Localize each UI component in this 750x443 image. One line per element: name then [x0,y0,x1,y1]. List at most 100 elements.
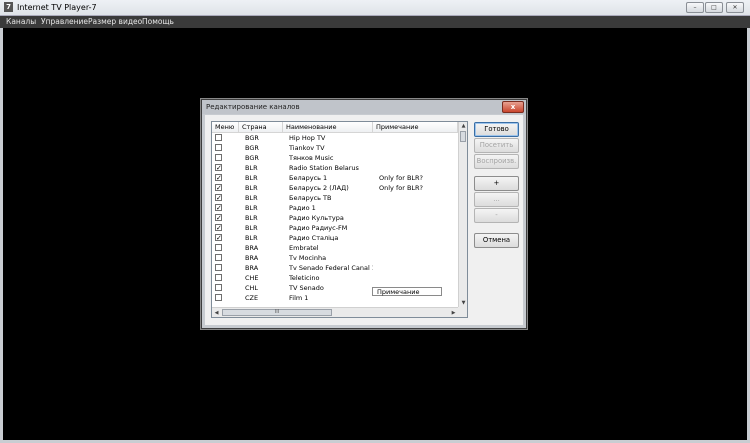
menu-checkbox[interactable]: ✓ [215,194,222,202]
table-row[interactable]: BRA Embratel [212,243,458,253]
menu-checkbox[interactable] [215,274,222,281]
vertical-scroll-thumb[interactable] [460,131,466,142]
menu-checkbox[interactable] [215,154,222,161]
note-cell [379,133,457,143]
channel-name-cell: Радио 1 [289,204,316,212]
done-button[interactable]: Готово [474,122,519,137]
scroll-down-icon[interactable]: ▼ [459,299,467,307]
menu-help[interactable]: Помощь [142,16,174,28]
menu-video-size[interactable]: Размер видео [88,16,142,28]
table-row[interactable]: BRA Tv Mocinha [212,253,458,263]
menu-channels[interactable]: Каналы [6,16,36,28]
channel-name-cell: Teleticino [289,274,320,282]
note-cell [379,243,457,253]
scroll-corner [458,307,467,317]
channel-name-cell: Беларусь 1 [289,174,328,182]
table-row[interactable]: CHE Teleticino [212,273,458,283]
vertical-scrollbar[interactable]: ▲ ▼ [458,122,467,307]
menu-checkbox[interactable] [215,134,222,141]
scroll-up-icon[interactable]: ▲ [459,122,467,130]
table-row[interactable]: ✓ BLR Радио Культура [212,213,458,223]
table-row[interactable]: ✓ BLR Радио Радиус-FM [212,223,458,233]
note-cell [379,153,457,163]
country-cell: CHE [245,274,259,282]
title-bar: 7 Internet TV Player-7 – □ ✕ [0,0,750,16]
menu-checkbox[interactable]: ✓ [215,174,222,182]
remove-channel-button[interactable]: - [474,208,519,223]
channel-name-cell: Radio Station Belarus [289,164,359,172]
menu-checkbox[interactable] [215,284,222,291]
menu-checkbox[interactable]: ✓ [215,204,222,212]
country-cell: BLR [245,184,258,192]
close-window-button[interactable]: ✕ [726,2,744,13]
channel-name-cell: Тянков Music [289,154,334,162]
edit-channel-button[interactable]: ... [474,192,519,207]
scroll-right-icon[interactable]: ▶ [449,309,458,317]
country-cell: BRA [245,254,259,262]
country-cell: BLR [245,174,258,182]
table-row[interactable]: BGR Tiankov TV [212,143,458,153]
channel-list[interactable]: Меню Страна Наименование Примечание BGR H… [211,121,468,318]
cancel-button[interactable]: Отмена [474,233,519,248]
menu-checkbox[interactable] [215,264,222,271]
menu-checkbox[interactable] [215,294,222,301]
menu-checkbox[interactable]: ✓ [215,234,222,242]
minimize-button[interactable]: – [686,2,704,13]
menu-checkbox[interactable]: ✓ [215,214,222,222]
dialog-title: Редактирование каналов [206,103,300,111]
dialog-body: Меню Страна Наименование Примечание BGR H… [205,115,523,325]
menu-checkbox[interactable] [215,244,222,251]
column-header-note[interactable]: Примечание [373,122,458,132]
menu-checkbox[interactable]: ✓ [215,224,222,232]
note-cell: Only for BLR? [379,174,424,182]
column-header-country[interactable]: Страна [239,122,283,132]
menu-checkbox[interactable] [215,144,222,151]
note-cell [379,263,457,273]
horizontal-scrollbar[interactable]: ◀ III ▶ [212,307,458,317]
channel-name-cell: Embratel [289,244,319,252]
visit-button[interactable]: Посетить [474,138,519,153]
note-cell [379,193,457,203]
country-cell: BLR [245,164,258,172]
note-cell: Only for BLR? [379,184,424,192]
app-icon: 7 [4,2,13,12]
horizontal-scroll-thumb[interactable]: III [222,309,332,316]
note-cell [379,233,457,243]
menu-control[interactable]: Управление [41,16,88,28]
column-header-menu[interactable]: Меню [212,122,239,132]
list-header: Меню Страна Наименование Примечание [212,122,458,133]
add-channel-button[interactable]: + [474,176,519,191]
table-row[interactable]: ✓ BLR Беларусь 1 Only for BLR? [212,173,458,183]
note-cell [379,143,457,153]
note-cell [379,213,457,223]
table-row[interactable]: ✓ BLR Radio Station Belarus [212,163,458,173]
channel-name-cell: Tv Mocinha [289,254,327,262]
table-row[interactable]: ✓ BLR Радио 1 [212,203,458,213]
scroll-left-icon[interactable]: ◀ [212,309,221,317]
column-header-name[interactable]: Наименование [283,122,373,132]
play-button[interactable]: Воспроизв. [474,154,519,169]
app-window: 7 Internet TV Player-7 – □ ✕ Каналы Упра… [0,0,750,443]
table-row[interactable]: ✓ BLR Беларусь 2 (ЛАД) Only for BLR? [212,183,458,193]
dialog-close-button[interactable]: x [502,101,524,113]
table-row[interactable]: BGR Hip Hop TV [212,133,458,143]
table-row[interactable]: BGR Тянков Music [212,153,458,163]
maximize-button[interactable]: □ [705,2,723,13]
edit-channels-dialog: Редактирование каналов x Меню Страна Наи… [201,99,527,329]
country-cell: CHL [245,284,259,292]
table-row[interactable]: ✓ BLR Радио Сталіца [212,233,458,243]
channel-name-cell: Беларусь 2 (ЛАД) [289,184,349,192]
menu-checkbox[interactable] [215,254,222,261]
table-row[interactable]: ✓ BLR Беларусь ТВ [212,193,458,203]
country-cell: BGR [245,134,259,142]
note-cell [379,273,457,283]
note-cell [379,253,457,263]
channel-name-cell: Tiankov TV [289,144,325,152]
menu-checkbox[interactable]: ✓ [215,164,222,172]
note-cell [379,223,457,233]
menu-checkbox[interactable]: ✓ [215,184,222,192]
country-cell: BLR [245,224,258,232]
channel-name-cell: Беларусь ТВ [289,194,332,202]
channel-name-cell: Радио Радиус-FM [289,224,348,232]
table-row[interactable]: BRA Tv Senado Federal Canal 1 [212,263,458,273]
